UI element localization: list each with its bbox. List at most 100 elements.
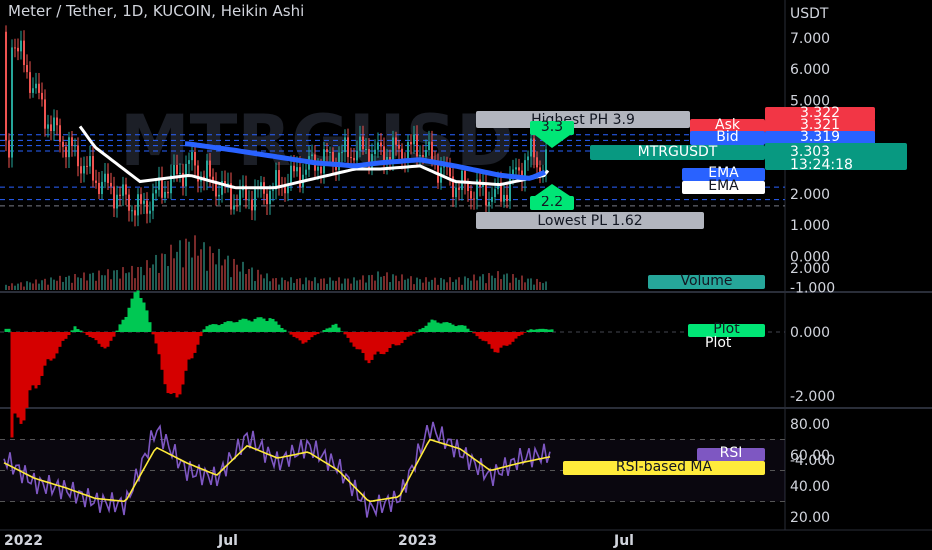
candle-body bbox=[320, 166, 322, 174]
candle-body bbox=[338, 152, 340, 171]
osc-bar bbox=[355, 332, 359, 350]
volume-bar bbox=[341, 283, 343, 290]
volume-bar bbox=[389, 282, 391, 290]
candle-body bbox=[65, 146, 67, 158]
osc-bar bbox=[406, 332, 410, 337]
osc-bar bbox=[253, 318, 257, 332]
volume-bar bbox=[119, 278, 121, 290]
candle-body bbox=[56, 117, 58, 126]
volume-bar bbox=[293, 282, 295, 290]
candle-body bbox=[164, 191, 166, 198]
volume-bar bbox=[242, 261, 244, 290]
osc-bar bbox=[280, 328, 284, 332]
candle-body bbox=[533, 138, 535, 158]
volume-bar bbox=[107, 269, 109, 290]
candle-body bbox=[80, 166, 82, 174]
osc-bar bbox=[25, 332, 29, 408]
price-tick: 2.000 bbox=[790, 187, 830, 203]
osc-bar bbox=[529, 329, 533, 332]
osc-bar bbox=[235, 322, 239, 332]
volume-bar bbox=[47, 284, 49, 290]
volume-bar bbox=[71, 282, 73, 290]
volume-bar bbox=[80, 278, 82, 290]
lowest-label: Lowest PL 1.62 bbox=[476, 212, 704, 229]
volume-bar bbox=[479, 276, 481, 290]
volume-bar bbox=[56, 280, 58, 290]
osc-bar bbox=[31, 332, 35, 386]
candle-body bbox=[350, 157, 352, 159]
osc-bar bbox=[175, 332, 179, 398]
osc-bar bbox=[550, 329, 554, 332]
osc-bar bbox=[79, 330, 83, 332]
candle-body bbox=[26, 65, 28, 73]
candle-body bbox=[518, 167, 520, 171]
volume-bar bbox=[338, 277, 340, 290]
candle-body bbox=[32, 88, 34, 93]
osc-bar bbox=[499, 332, 503, 348]
osc-bar bbox=[544, 329, 548, 332]
volume-bar bbox=[269, 281, 271, 290]
volume-bar bbox=[467, 278, 469, 290]
time-tick: 2022 bbox=[4, 533, 43, 549]
volume-bar bbox=[524, 282, 526, 290]
candle-body bbox=[134, 210, 136, 216]
osc-bar bbox=[196, 332, 200, 345]
osc-bar bbox=[304, 332, 308, 343]
candle-body bbox=[92, 156, 94, 181]
osc-bar bbox=[295, 332, 299, 339]
rsi-tick: 20.00 bbox=[790, 510, 830, 526]
volume-bar bbox=[188, 241, 190, 290]
bid-price-tag: 3.319 bbox=[765, 129, 875, 145]
volume-bar bbox=[359, 279, 361, 290]
osc-bar bbox=[361, 332, 365, 354]
osc-bar bbox=[418, 329, 422, 332]
volume-bar bbox=[536, 278, 538, 290]
osc-bar bbox=[310, 332, 314, 338]
volume-bar bbox=[494, 278, 496, 290]
volume-bar bbox=[11, 283, 13, 290]
osc-bar bbox=[37, 332, 41, 386]
osc-bar bbox=[400, 332, 404, 344]
volume-bar bbox=[266, 273, 268, 290]
candle-body bbox=[233, 205, 235, 210]
volume-bar bbox=[164, 254, 166, 290]
volume-bar bbox=[395, 275, 397, 290]
osc-bar bbox=[205, 326, 209, 332]
candle-body bbox=[449, 166, 451, 177]
volume-bar bbox=[518, 279, 520, 290]
volume-bar bbox=[449, 277, 451, 290]
volume-bar bbox=[374, 280, 376, 290]
volume-bar bbox=[365, 282, 367, 290]
osc-bar bbox=[256, 317, 260, 332]
candle-body bbox=[59, 125, 61, 142]
osc-bar bbox=[358, 332, 362, 350]
osc-bar bbox=[199, 332, 203, 337]
volume-bar bbox=[116, 270, 118, 290]
osc-bar bbox=[277, 324, 281, 332]
candle-body bbox=[35, 83, 37, 89]
osc-bar bbox=[166, 332, 170, 394]
volume-bar bbox=[14, 285, 16, 290]
osc-bar bbox=[211, 324, 215, 332]
candle-body bbox=[23, 40, 25, 66]
candle-body bbox=[143, 200, 145, 204]
candle-body bbox=[239, 190, 241, 206]
osc-bar bbox=[541, 328, 545, 332]
volume-bar bbox=[191, 257, 193, 290]
volume-bar bbox=[158, 272, 160, 290]
volume-bar bbox=[446, 282, 448, 290]
candle-body bbox=[254, 187, 256, 211]
volume-bar bbox=[329, 277, 331, 290]
osc-bar bbox=[61, 332, 65, 341]
volume-bar bbox=[443, 279, 445, 290]
osc-bar bbox=[214, 324, 218, 332]
candle-body bbox=[284, 186, 286, 194]
rsi-ma-label: RSI-based MA bbox=[563, 459, 765, 475]
volume-bar bbox=[230, 277, 232, 290]
volume-bar bbox=[8, 286, 10, 290]
osc-bar bbox=[451, 324, 455, 332]
osc-bar bbox=[178, 332, 182, 395]
volume-bar bbox=[131, 265, 133, 290]
candle-body bbox=[110, 182, 112, 187]
osc-tick: -2.000 bbox=[790, 389, 835, 405]
